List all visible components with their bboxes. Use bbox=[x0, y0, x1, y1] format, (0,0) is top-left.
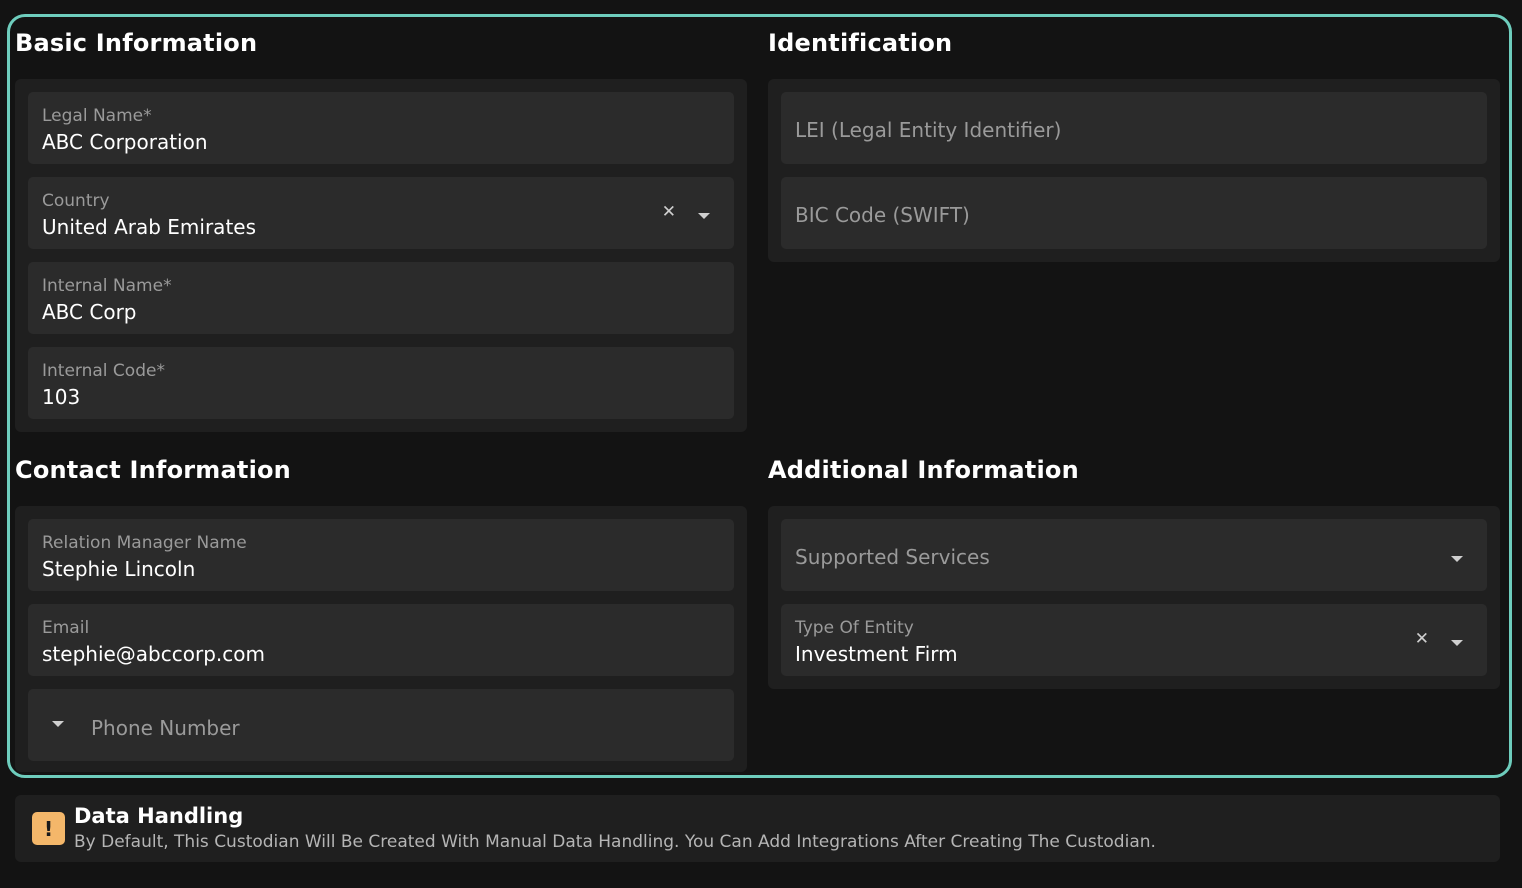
internal-name-value[interactable]: ABC Corp bbox=[42, 300, 137, 324]
internal-name-field[interactable]: Internal Name* ABC Corp bbox=[28, 262, 734, 334]
entity-type-label: Type Of Entity bbox=[795, 618, 914, 638]
chevron-down-icon[interactable] bbox=[1451, 556, 1463, 562]
phone-number-field[interactable]: Phone Number bbox=[28, 689, 734, 761]
section-title-identification: Identification bbox=[768, 29, 953, 57]
country-value[interactable]: United Arab Emirates bbox=[42, 215, 256, 239]
lei-placeholder: LEI (Legal Entity Identifier) bbox=[795, 118, 1062, 142]
relation-manager-label: Relation Manager Name bbox=[42, 533, 247, 553]
notice-title: Data Handling bbox=[74, 804, 244, 828]
basic-information-card: Legal Name* ABC Corporation Country Unit… bbox=[15, 79, 747, 432]
custodian-form-page: Basic Information Legal Name* ABC Corpor… bbox=[0, 0, 1522, 888]
internal-code-field[interactable]: Internal Code* 103 bbox=[28, 347, 734, 419]
email-field[interactable]: Email stephie@abccorp.com bbox=[28, 604, 734, 676]
warning-icon: ! bbox=[32, 812, 65, 845]
phone-number-placeholder: Phone Number bbox=[91, 716, 240, 740]
chevron-down-icon[interactable] bbox=[1451, 640, 1463, 646]
legal-name-value[interactable]: ABC Corporation bbox=[42, 130, 208, 154]
section-title-basic-information: Basic Information bbox=[15, 29, 258, 57]
internal-name-label: Internal Name* bbox=[42, 276, 172, 296]
relation-manager-field[interactable]: Relation Manager Name Stephie Lincoln bbox=[28, 519, 734, 591]
entity-type-value[interactable]: Investment Firm bbox=[795, 642, 958, 666]
chevron-down-icon[interactable] bbox=[698, 213, 710, 219]
country-code-chevron-down-icon[interactable] bbox=[52, 721, 64, 727]
data-handling-notice: ! Data Handling By Default, This Custodi… bbox=[15, 795, 1500, 862]
identification-card: LEI (Legal Entity Identifier) BIC Code (… bbox=[768, 79, 1500, 262]
entity-type-select[interactable]: Type Of Entity Investment Firm ✕ bbox=[781, 604, 1487, 676]
contact-information-card: Relation Manager Name Stephie Lincoln Em… bbox=[15, 506, 747, 772]
email-value[interactable]: stephie@abccorp.com bbox=[42, 642, 265, 666]
supported-services-placeholder: Supported Services bbox=[795, 545, 990, 569]
relation-manager-value[interactable]: Stephie Lincoln bbox=[42, 557, 195, 581]
internal-code-label: Internal Code* bbox=[42, 361, 165, 381]
section-title-contact-information: Contact Information bbox=[15, 456, 291, 484]
internal-code-value[interactable]: 103 bbox=[42, 385, 80, 409]
supported-services-select[interactable]: Supported Services bbox=[781, 519, 1487, 591]
country-select[interactable]: Country United Arab Emirates ✕ bbox=[28, 177, 734, 249]
lei-field[interactable]: LEI (Legal Entity Identifier) bbox=[781, 92, 1487, 164]
notice-text: By Default, This Custodian Will Be Creat… bbox=[74, 832, 1156, 852]
email-label: Email bbox=[42, 618, 90, 638]
bic-field[interactable]: BIC Code (SWIFT) bbox=[781, 177, 1487, 249]
bic-placeholder: BIC Code (SWIFT) bbox=[795, 203, 970, 227]
legal-name-label: Legal Name* bbox=[42, 106, 152, 126]
country-label: Country bbox=[42, 191, 110, 211]
clear-icon[interactable]: ✕ bbox=[662, 202, 676, 222]
legal-name-field[interactable]: Legal Name* ABC Corporation bbox=[28, 92, 734, 164]
clear-icon[interactable]: ✕ bbox=[1415, 629, 1429, 649]
section-title-additional-information: Additional Information bbox=[768, 456, 1079, 484]
additional-information-card: Supported Services Type Of Entity Invest… bbox=[768, 506, 1500, 689]
